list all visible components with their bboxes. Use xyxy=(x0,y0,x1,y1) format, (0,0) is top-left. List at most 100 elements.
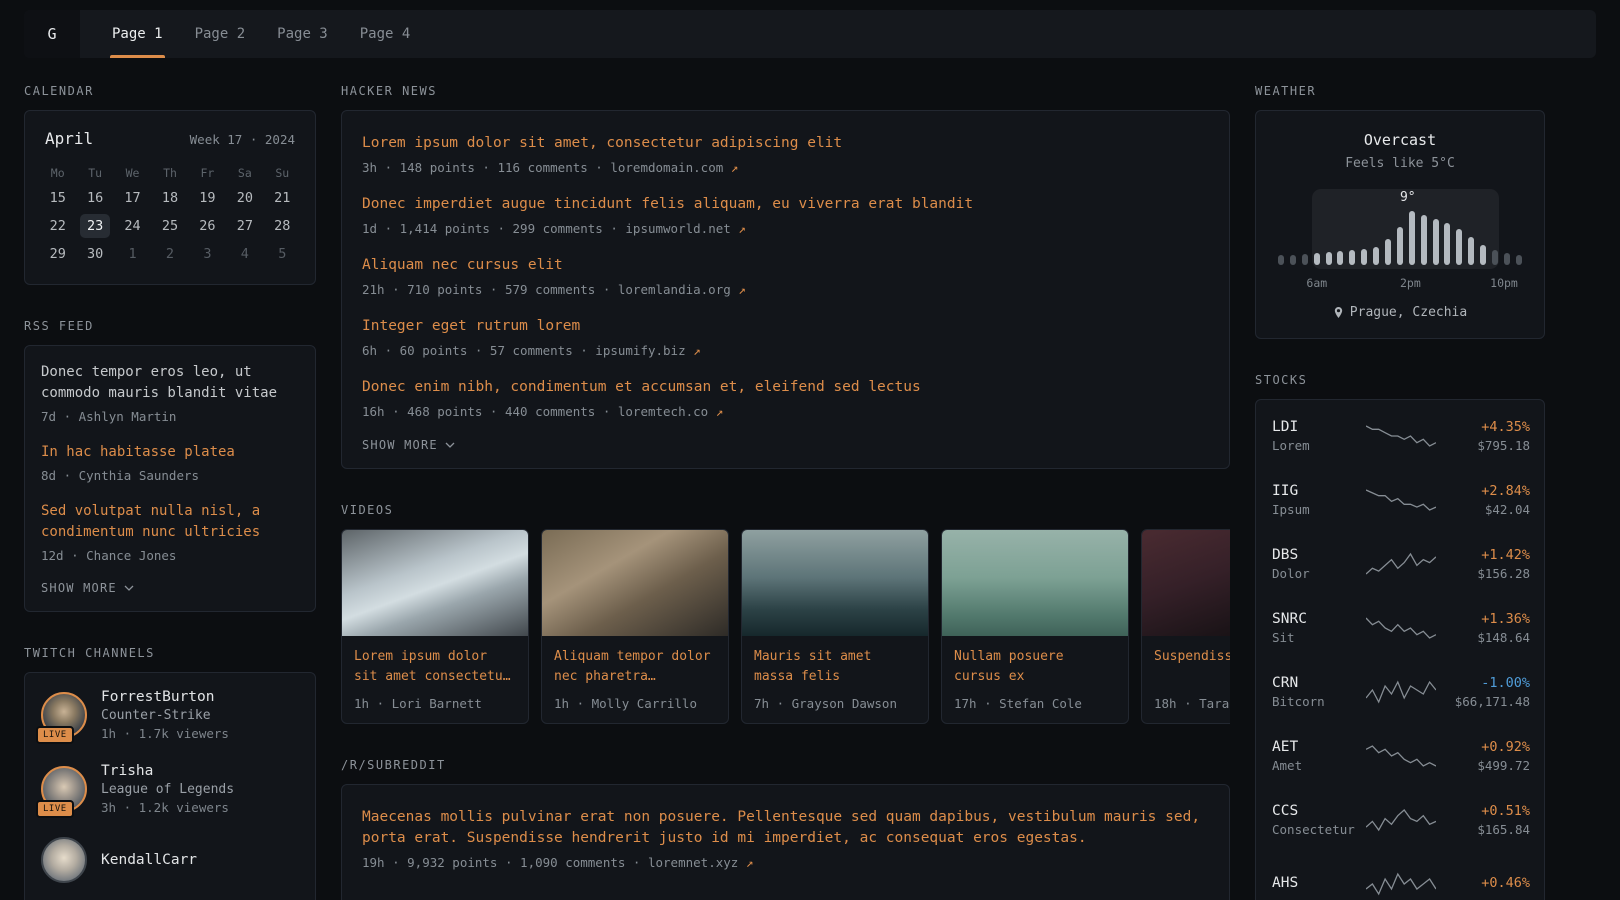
video-title[interactable]: Aliquam tempor dolor nec pharetra… xyxy=(554,647,716,687)
hn-item-meta: 1d · 1,414 points · 299 comments · ipsum… xyxy=(362,221,1209,236)
stock-sparkline xyxy=(1366,551,1436,577)
rss-section-title: RSS FEED xyxy=(24,319,316,333)
hn-item: Integer eget rutrum lorem 6h · 60 points… xyxy=(362,316,1209,358)
hn-item-link[interactable]: Integer eget rutrum lorem xyxy=(362,316,1209,337)
video-card[interactable]: Lorem ipsum dolor sit amet consectetu… 1… xyxy=(341,529,529,724)
hn-show-more-button[interactable]: SHOW MORE xyxy=(362,438,455,452)
page-tabs: Page 1 Page 2 Page 3 Page 4 xyxy=(96,10,426,58)
stock-name: Ipsum xyxy=(1272,502,1366,517)
subreddit-post-domain[interactable]: loremnet.xyz xyxy=(648,855,738,870)
video-card[interactable]: Aliquam tempor dolor nec pharetra… 1h · … xyxy=(541,529,729,724)
live-badge: LIVE xyxy=(36,726,74,744)
video-meta: 7h · Grayson Dawson xyxy=(754,696,916,711)
stock-sparkline xyxy=(1366,423,1436,449)
subreddit-post-link[interactable]: Maecenas mollis pulvinar erat non posuer… xyxy=(362,807,1209,849)
video-card[interactable]: Mauris sit amet massa felis 7h · Grayson… xyxy=(741,529,929,724)
stocks-section-title: STOCKS xyxy=(1255,373,1545,387)
hn-item-domain[interactable]: ipsumify.biz xyxy=(595,343,685,358)
tab-page-3[interactable]: Page 3 xyxy=(261,10,344,58)
tab-page-4[interactable]: Page 4 xyxy=(344,10,427,58)
calendar-day: 22 xyxy=(39,210,76,238)
video-title[interactable]: Suspendisse diam xyxy=(1154,647,1230,687)
stock-values: +2.84%$42.04 xyxy=(1436,483,1530,517)
hn-item-domain[interactable]: loremlandia.org xyxy=(618,282,731,297)
videos-row: Lorem ipsum dolor sit amet consectetu… 1… xyxy=(341,529,1230,724)
stock-symbol: IIG xyxy=(1272,483,1366,499)
channel-name: ForrestBurton xyxy=(101,689,229,705)
subreddit-post: Maecenas mollis pulvinar erat non posuer… xyxy=(362,807,1209,870)
stock-symbol: SNRC xyxy=(1272,611,1366,627)
weekday-label: Th xyxy=(151,166,188,180)
stock-symbol: AET xyxy=(1272,739,1366,755)
stock-id: AHS xyxy=(1272,875,1366,894)
hn-meta-text: 21h · 710 points · 579 comments · xyxy=(362,282,618,297)
calendar-day: 1 xyxy=(114,238,151,266)
video-card[interactable]: Nullam posuere cursus ex 17h · Stefan Co… xyxy=(941,529,1129,724)
channel-meta: 3h · 1.2k viewers xyxy=(101,800,234,815)
stock-name: Bitcorn xyxy=(1272,694,1366,709)
stock-sparkline xyxy=(1366,679,1436,705)
stock-price: $795.18 xyxy=(1436,438,1530,453)
hn-item-domain[interactable]: loremdomain.com xyxy=(610,160,723,175)
channel-game: League of Legends xyxy=(101,782,234,797)
rss-item-link[interactable]: In hac habitasse platea xyxy=(41,442,299,463)
calendar-day: 25 xyxy=(151,210,188,238)
twitch-channel-trisha[interactable]: LIVE Trisha League of Legends 3h · 1.2k … xyxy=(41,763,299,815)
hackernews-section-title: HACKER NEWS xyxy=(341,84,1230,98)
stock-price: $156.28 xyxy=(1436,566,1530,581)
hn-item-link[interactable]: Aliquam nec cursus elit xyxy=(362,255,1209,276)
stock-row-ccs: CCSConsectetur +0.51%$165.84 xyxy=(1272,788,1528,852)
stock-price: $499.72 xyxy=(1436,758,1530,773)
hn-item-link[interactable]: Donec enim nibh, condimentum et accumsan… xyxy=(362,377,1209,398)
video-card[interactable]: Suspendisse diam 18h · Tara xyxy=(1141,529,1230,724)
stock-change: +0.51% xyxy=(1436,803,1530,819)
tab-page-2[interactable]: Page 2 xyxy=(179,10,262,58)
stock-values: +4.35%$795.18 xyxy=(1436,419,1530,453)
twitch-channel-forrestburton[interactable]: LIVE ForrestBurton Counter-Strike 1h · 1… xyxy=(41,689,299,741)
hn-item-link[interactable]: Donec imperdiet augue tincidunt felis al… xyxy=(362,194,1209,215)
twitch-widget: LIVE ForrestBurton Counter-Strike 1h · 1… xyxy=(24,672,316,900)
videos-section: VIDEOS Lorem ipsum dolor sit amet consec… xyxy=(341,503,1230,724)
video-title[interactable]: Mauris sit amet massa felis xyxy=(754,647,916,687)
weekday-label: We xyxy=(114,166,151,180)
stock-values: +1.42% $156.28 xyxy=(1436,547,1530,581)
hn-item-meta: 6h · 60 points · 57 comments · ipsumify.… xyxy=(362,343,1209,358)
tab-page-1[interactable]: Page 1 xyxy=(96,10,179,58)
stock-change: +1.42% xyxy=(1436,547,1530,563)
video-thumbnail[interactable] xyxy=(742,530,928,636)
external-link-icon: ↗ xyxy=(746,855,754,870)
twitch-channel-kendallcarr[interactable]: KendallCarr xyxy=(41,837,299,883)
rss-item-meta: 7d · Ashlyn Martin xyxy=(41,409,299,424)
rss-show-more-button[interactable]: SHOW MORE xyxy=(41,581,134,595)
rss-item: Donec tempor eros leo, ut commodo mauris… xyxy=(41,362,299,424)
rss-item-link[interactable]: Donec tempor eros leo, ut commodo mauris… xyxy=(41,362,299,404)
video-thumbnail[interactable] xyxy=(942,530,1128,636)
subreddit-section-title: /R/SUBREDDIT xyxy=(341,758,1230,772)
stock-id: SNRC Sit xyxy=(1272,611,1366,645)
hn-item-domain[interactable]: ipsumworld.net xyxy=(625,221,730,236)
calendar-day: 26 xyxy=(189,210,226,238)
stock-name: Amet xyxy=(1272,758,1366,773)
hn-meta-text: 16h · 468 points · 440 comments · xyxy=(362,404,618,419)
video-body: Lorem ipsum dolor sit amet consectetu… 1… xyxy=(342,636,528,723)
hackernews-section: HACKER NEWS Lorem ipsum dolor sit amet, … xyxy=(341,84,1230,469)
video-title[interactable]: Nullam posuere cursus ex xyxy=(954,647,1116,687)
hn-item-link[interactable]: Lorem ipsum dolor sit amet, consectetur … xyxy=(362,133,1209,154)
channel-meta: 1h · 1.7k viewers xyxy=(101,726,229,741)
chevron-down-icon xyxy=(445,442,455,448)
stock-symbol: AHS xyxy=(1272,875,1366,891)
rss-item-link[interactable]: Sed volutpat nulla nisl, a condimentum n… xyxy=(41,501,299,543)
hn-item-domain[interactable]: loremtech.co xyxy=(618,404,708,419)
stock-price: $42.04 xyxy=(1436,502,1530,517)
show-more-label: SHOW MORE xyxy=(41,581,117,595)
video-title[interactable]: Lorem ipsum dolor sit amet consectetu… xyxy=(354,647,516,687)
stock-name: Sit xyxy=(1272,630,1366,645)
stock-id: CCSConsectetur xyxy=(1272,803,1366,837)
calendar-day: 20 xyxy=(226,182,263,210)
video-thumbnail[interactable] xyxy=(1142,530,1230,636)
stocks-widget: LDILorem +4.35%$795.18 IIGIpsum +2.84%$4… xyxy=(1255,399,1545,900)
video-thumbnail[interactable] xyxy=(342,530,528,636)
video-thumbnail[interactable] xyxy=(542,530,728,636)
video-meta: 17h · Stefan Cole xyxy=(954,696,1116,711)
stock-values: +0.92%$499.72 xyxy=(1436,739,1530,773)
